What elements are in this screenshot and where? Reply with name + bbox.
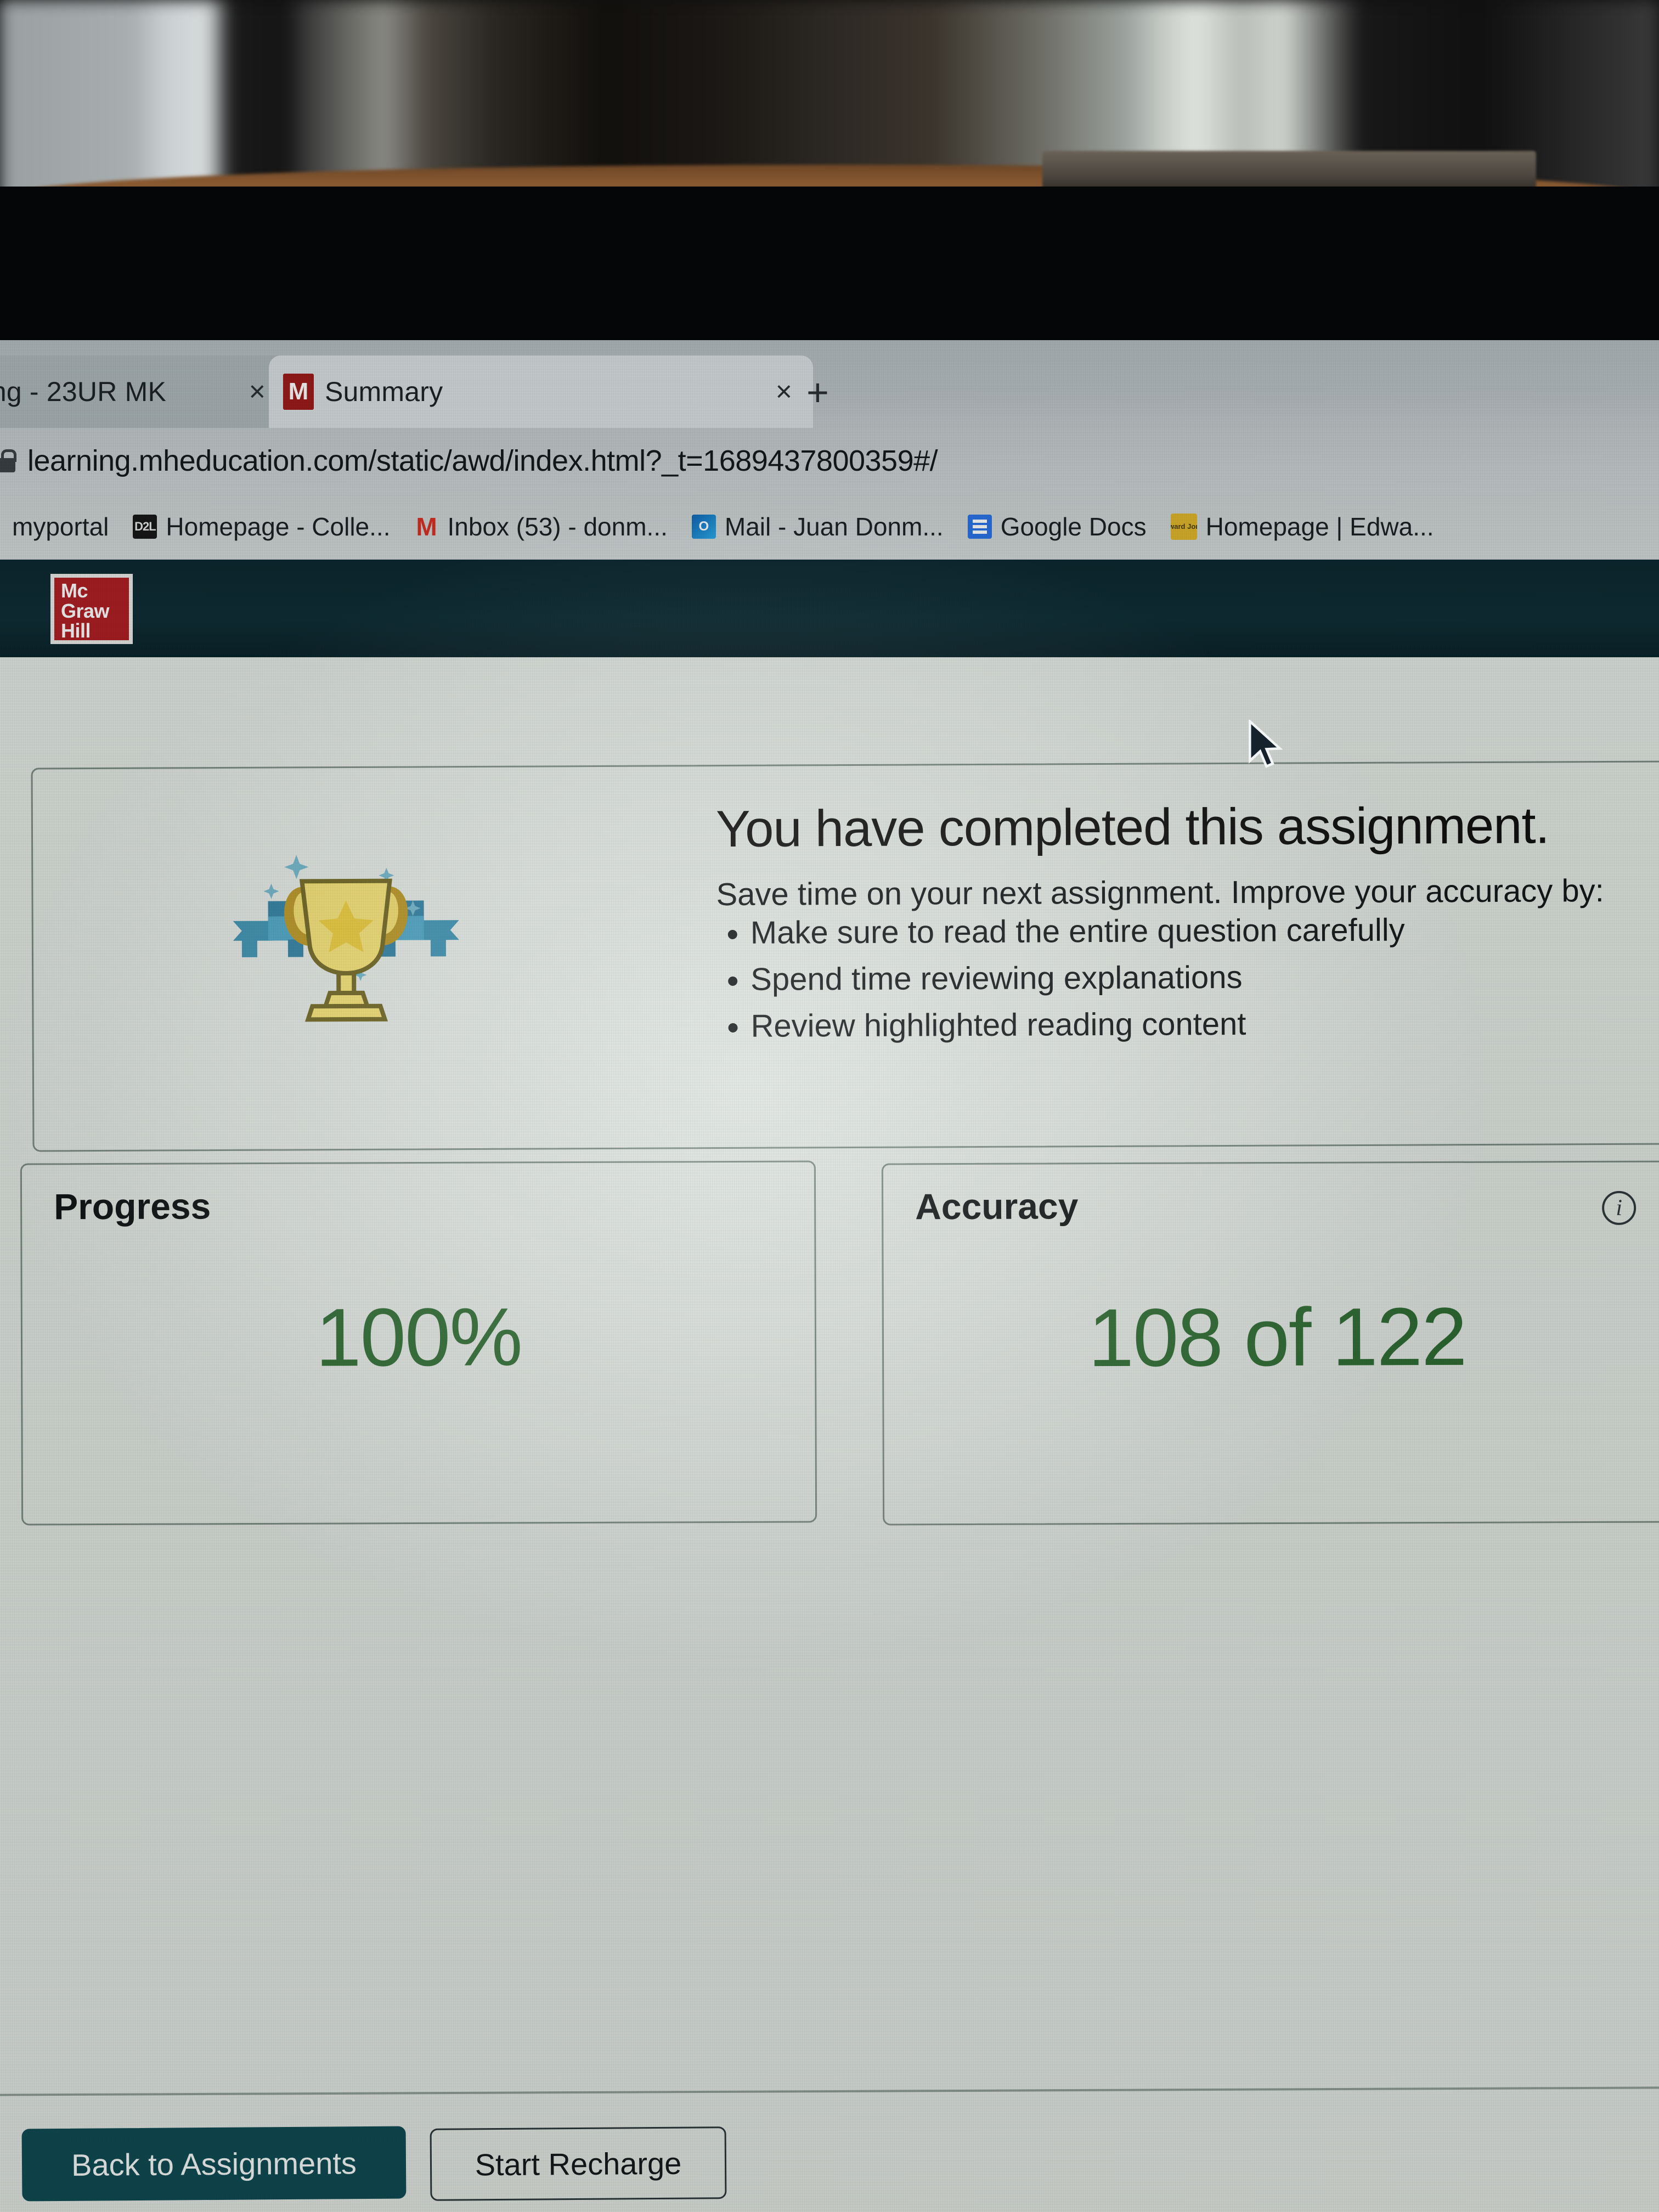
logo-line-1: Mc [61,579,88,602]
accuracy-card: Accuracy i 108 of 122 [881,1160,1659,1526]
bookmark-edward-jones[interactable]: Edward Jones Homepage | Edwa... [1159,512,1446,541]
close-icon[interactable]: × [242,377,272,406]
app-header: Mc Graw Hill [0,560,1659,657]
address-bar[interactable]: learning.mheducation.com/static/awd/inde… [0,428,1659,494]
bookmark-label: Homepage | Edwa... [1205,512,1434,541]
tab-title: Summary [325,376,443,407]
list-item: Make sure to read the entire question ca… [751,912,1405,951]
url-text: learning.mheducation.com/static/awd/inde… [27,444,938,477]
progress-card-title: Progress [53,1186,211,1227]
laptop-hinge-clip [1042,151,1536,192]
mcgraw-hill-favicon-icon: M [283,374,314,410]
google-docs-icon [967,515,992,539]
bookmark-gmail-inbox[interactable]: M Inbox (53) - donm... [402,512,679,541]
bookmark-label: Inbox (53) - donm... [447,512,668,541]
progress-card: Progress 100% [20,1160,817,1526]
page-content: You have completed this assignment. Save… [0,657,1659,2212]
progress-value: 100% [315,1290,522,1384]
bookmark-label: Homepage - Colle... [166,512,391,541]
mcgraw-hill-logo[interactable]: Mc Graw Hill [50,574,133,644]
d2l-icon: D2L [133,515,157,539]
browser-tab-strip: icing - 23UR MK × M Summary × + [0,340,1659,428]
browser-tab-active[interactable]: M Summary × [269,356,813,428]
bookmark-label: Google Docs [1000,512,1147,541]
list-item: Review highlighted reading content [751,1006,1405,1045]
logo-line-3: Hill [61,619,91,642]
bookmark-myportal[interactable]: myportal [0,512,121,541]
bookmark-google-docs[interactable]: Google Docs [956,512,1159,541]
footer-actions: Back to Assignments Start Recharge [21,2126,727,2202]
logo-line-2: Graw [61,599,110,622]
lock-icon [0,449,16,472]
back-to-assignments-button[interactable]: Back to Assignments [21,2126,407,2202]
bookmark-outlook-mail[interactable]: O Mail - Juan Donm... [680,512,956,541]
footer-divider [0,2086,1659,2096]
new-tab-button[interactable]: + [806,373,829,411]
page-title: You have completed this assignment. [715,796,1549,858]
outlook-icon: O [691,515,716,539]
edward-jones-icon: Edward Jones [1170,514,1197,540]
start-recharge-button[interactable]: Start Recharge [430,2126,727,2201]
bookmark-label: Mail - Juan Donm... [724,512,944,541]
bookmarks-bar: myportal D2L Homepage - Colle... M Inbox… [0,494,1659,560]
list-item: Spend time reviewing explanations [751,960,1405,998]
laptop-screen: icing - 23UR MK × M Summary × + learning… [0,340,1659,2212]
accuracy-card-title: Accuracy [915,1186,1079,1227]
trophy-icon [219,828,473,1037]
bookmark-d2l-homepage[interactable]: D2L Homepage - Colle... [121,512,402,541]
tab-title: icing - 23UR MK [0,376,166,407]
gmail-icon: M [416,515,437,539]
improvement-tips-list: Make sure to read the entire question ca… [716,912,1406,1056]
completion-subtitle: Save time on your next assignment. Impro… [716,873,1604,913]
close-icon[interactable]: × [769,377,799,406]
accuracy-value: 108 of 122 [1088,1290,1466,1384]
completion-panel: You have completed this assignment. Save… [31,760,1659,1152]
info-icon[interactable]: i [1602,1190,1637,1225]
bookmark-label: myportal [12,512,109,541]
browser-tab-inactive[interactable]: icing - 23UR MK × [0,356,286,428]
